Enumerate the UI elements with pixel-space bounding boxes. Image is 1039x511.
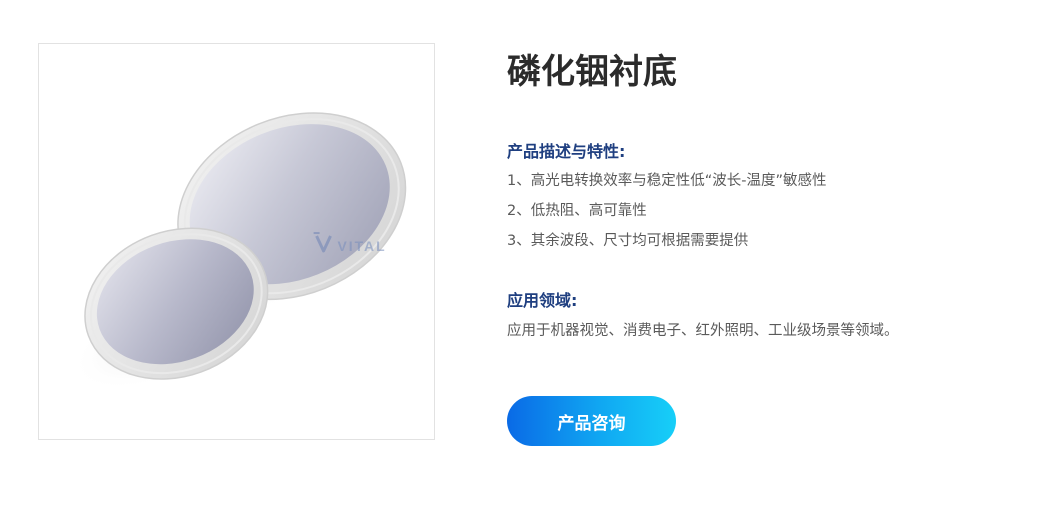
product-consult-button[interactable]: 产品咨询 <box>507 396 676 446</box>
feature-item: 1、高光电转换效率与稳定性低“波长-温度”敏感性 <box>507 173 827 189</box>
product-title: 磷化铟衬底 <box>507 52 677 92</box>
application-text: 应用于机器视觉、消费电子、红外照明、工业级场景等领域。 <box>507 323 899 339</box>
watermark-text: VITAL <box>337 238 386 254</box>
product-image-frame: VITAL <box>38 43 435 440</box>
description-heading: 产品描述与特性: <box>507 142 626 161</box>
feature-item: 3、其余波段、尺寸均可根据需要提供 <box>507 233 749 249</box>
feature-item: 2、低热阻、高可靠性 <box>507 203 647 219</box>
application-heading: 应用领域: <box>507 291 578 310</box>
product-image: VITAL <box>72 112 407 391</box>
product-detail-page: VITAL 磷化铟衬底 产品描述与特性: 1、高光电转换效率与稳定性低“波长-温… <box>0 0 1039 511</box>
